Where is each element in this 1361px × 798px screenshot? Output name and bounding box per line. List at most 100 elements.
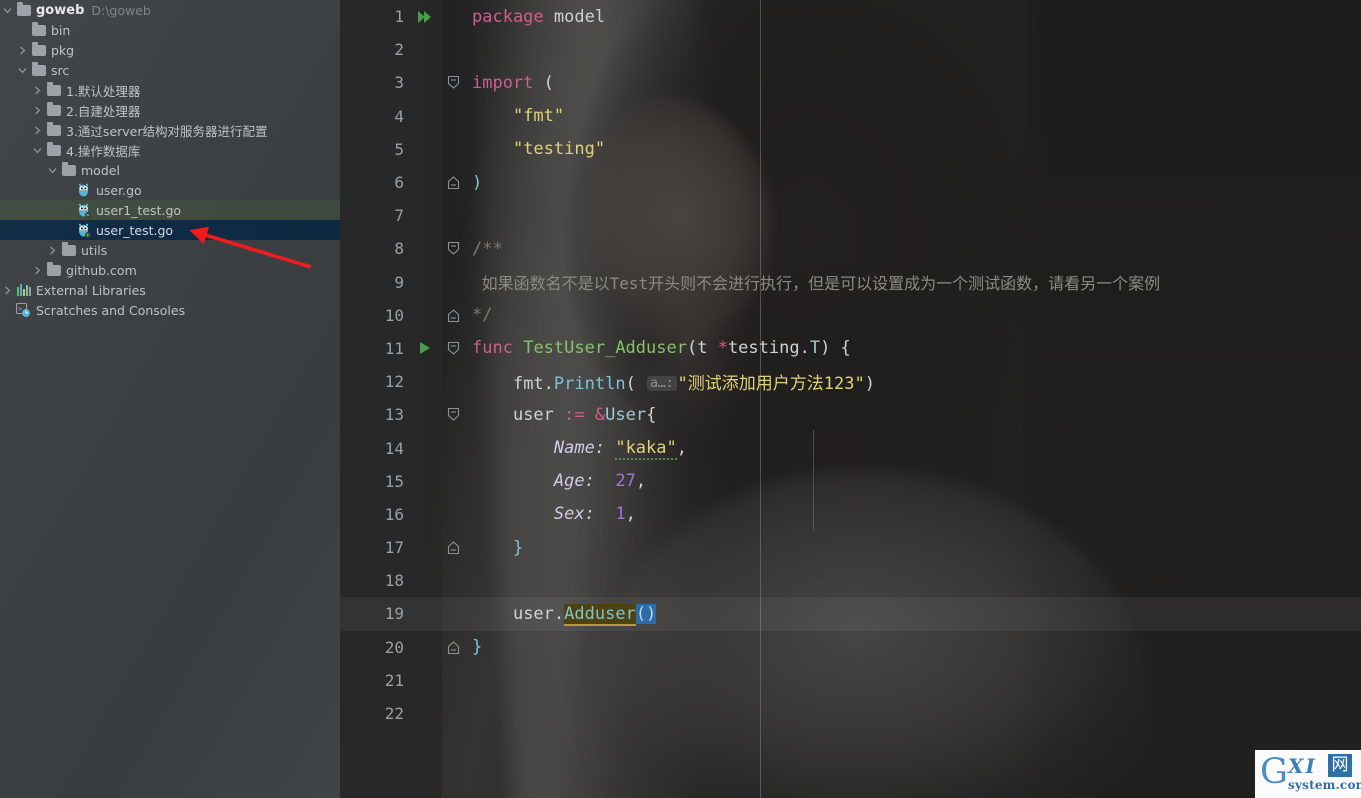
comma: , — [635, 471, 647, 492]
tree-item-pkg[interactable]: pkg — [0, 40, 340, 60]
chevron-right-icon[interactable] — [30, 86, 45, 95]
code-line[interactable]: 21 — [340, 664, 1361, 697]
import-testing: "testing" — [512, 139, 606, 160]
run-all-tests-icon[interactable] — [408, 10, 442, 24]
tree-item-user1_test.go[interactable]: user1_test.go — [0, 200, 340, 220]
external-libraries-icon — [15, 284, 32, 296]
chevron-right-icon[interactable] — [45, 246, 60, 255]
code-text: } — [464, 538, 523, 558]
code-line-current[interactable]: 19 user.Adduser() — [340, 597, 1361, 631]
code-line[interactable]: 9 如果函数名不是以Test开头则不会进行执行，但是可以设置成为一个测试函数，请… — [340, 266, 1361, 299]
code-line[interactable]: 12 fmt.Println( a…: "测试添加用户方法123") — [340, 365, 1361, 398]
variable-user: user — [512, 404, 554, 425]
func-signature-tail: ) { — [820, 338, 851, 359]
run-test-icon[interactable] — [408, 341, 442, 355]
code-line[interactable]: 13 user := &User{ — [340, 398, 1361, 431]
code-text: */ — [464, 305, 492, 325]
scratches-icon: > — [15, 303, 32, 317]
fold-marker-close-icon[interactable] — [442, 640, 464, 655]
chevron-right-icon[interactable] — [30, 266, 45, 275]
line-number: 17 — [384, 538, 404, 558]
line-number: 18 — [384, 571, 404, 591]
code-line[interactable]: 2 — [340, 33, 1361, 66]
tree-item-label: 1.默认处理器 — [66, 83, 141, 99]
code-line[interactable]: 1 package model — [340, 0, 1361, 33]
comment-close: */ — [472, 305, 493, 326]
fold-marker-open-icon[interactable] — [442, 241, 464, 256]
code-line[interactable]: 3 import ( — [340, 66, 1361, 99]
line-number: 4 — [394, 106, 404, 126]
call-open: ( — [625, 374, 647, 395]
brace-close: } — [512, 537, 524, 558]
code-line[interactable]: 14 Name: "kaka", — [340, 431, 1361, 464]
chevron-down-icon[interactable] — [45, 166, 60, 175]
line-number: 1 — [394, 7, 404, 27]
code-line[interactable]: 7 — [340, 199, 1361, 232]
chevron-down-icon[interactable] — [15, 66, 30, 75]
variable-user: user — [512, 603, 554, 624]
tree-item-bin[interactable]: bin — [0, 20, 340, 40]
tree-item-github.com[interactable]: github.com — [0, 260, 340, 280]
tree-item-goweb[interactable]: goweb D:\goweb — [0, 0, 340, 20]
tree-item-user_test.go[interactable]: user_test.go — [0, 220, 340, 240]
code-text: user := &User{ — [464, 405, 656, 425]
editor-area[interactable]: 1 package model 2 3 import (4 "fmt" 5 "… — [340, 0, 1361, 798]
code-line[interactable]: 4 "fmt" — [340, 100, 1361, 133]
watermark-logo: G XI 网 system.com — [1255, 750, 1361, 798]
project-tree[interactable]: goweb D:\goweb bin pkg src 1.默认处理器 2.自建处理器 3.通过… — [0, 0, 340, 320]
fold-marker-open-icon[interactable] — [442, 75, 464, 90]
field-value: 1 — [615, 504, 626, 525]
chevron-right-icon[interactable] — [30, 106, 45, 115]
tree-item-1.[interactable]: 1.默认处理器 — [0, 80, 340, 100]
tree-item-label: bin — [51, 22, 71, 38]
code-line[interactable]: 22 — [340, 697, 1361, 730]
code-line[interactable]: 20 } — [340, 631, 1361, 664]
chevron-down-icon[interactable] — [30, 146, 45, 155]
ide-window: goweb D:\goweb bin pkg src 1.默认处理器 2.自建处理器 3.通过… — [0, 0, 1361, 798]
svg-text:>: > — [18, 305, 22, 313]
code-line[interactable]: 15 Age: 27, — [340, 465, 1361, 498]
code-lines[interactable]: 1 package model 2 3 import (4 "fmt" 5 "… — [340, 0, 1361, 730]
tree-item-4.[interactable]: 4.操作数据库 — [0, 140, 340, 160]
code-line[interactable]: 17 } — [340, 531, 1361, 564]
code-line[interactable]: 8 /** — [340, 232, 1361, 265]
fold-marker-close-icon[interactable] — [442, 175, 464, 190]
code-line[interactable]: 11 func TestUser_Adduser(t *testing.T) { — [340, 332, 1361, 365]
method-println: Println — [553, 374, 626, 395]
code-line[interactable]: 16 Sex: 1, — [340, 498, 1361, 531]
fold-marker-open-icon[interactable] — [442, 341, 464, 356]
project-tool-window[interactable]: goweb D:\goweb bin pkg src 1.默认处理器 2.自建处理器 3.通过… — [0, 0, 340, 798]
tree-item-2.[interactable]: 2.自建处理器 — [0, 100, 340, 120]
tree-item-model[interactable]: model — [0, 160, 340, 180]
code-text: "fmt" — [464, 106, 564, 126]
comma: , — [625, 504, 636, 525]
tree-item-utils[interactable]: utils — [0, 240, 340, 260]
tree-item-label: 4.操作数据库 — [66, 143, 141, 159]
keyword-func: func — [472, 338, 513, 359]
chevron-right-icon[interactable] — [30, 126, 45, 135]
tree-item-3.server[interactable]: 3.通过server结构对服务器进行配置 — [0, 120, 340, 140]
line-number: 7 — [394, 206, 404, 226]
tree-item-label: user.go — [96, 182, 142, 198]
tree-item-scratchesandconsoles[interactable]: > Scratches and Consoles — [0, 300, 340, 320]
fold-marker-close-icon[interactable] — [442, 540, 464, 555]
parameter-hint: a…: — [647, 376, 677, 392]
tree-item-src[interactable]: src — [0, 60, 340, 80]
chevron-right-icon[interactable] — [15, 46, 30, 55]
code-line[interactable]: 10 */ — [340, 299, 1361, 332]
tree-item-user.go[interactable]: user.go — [0, 180, 340, 200]
code-line[interactable]: 6 ) — [340, 166, 1361, 199]
folder-icon — [60, 242, 77, 256]
method-adduser-highlight[interactable]: Adduser — [564, 603, 636, 626]
chevron-right-icon[interactable] — [0, 286, 15, 295]
tree-item-externallibraries[interactable]: External Libraries — [0, 280, 340, 300]
chevron-down-icon[interactable] — [0, 6, 15, 15]
code-text: "testing" — [464, 139, 605, 159]
address-of: & — [594, 404, 606, 425]
code-line[interactable]: 5 "testing" — [340, 133, 1361, 166]
code-line[interactable]: 18 — [340, 564, 1361, 597]
dot: . — [553, 603, 565, 624]
fold-marker-open-icon[interactable] — [442, 407, 464, 422]
pointer-star: * — [717, 338, 728, 359]
fold-marker-close-icon[interactable] — [442, 308, 464, 323]
